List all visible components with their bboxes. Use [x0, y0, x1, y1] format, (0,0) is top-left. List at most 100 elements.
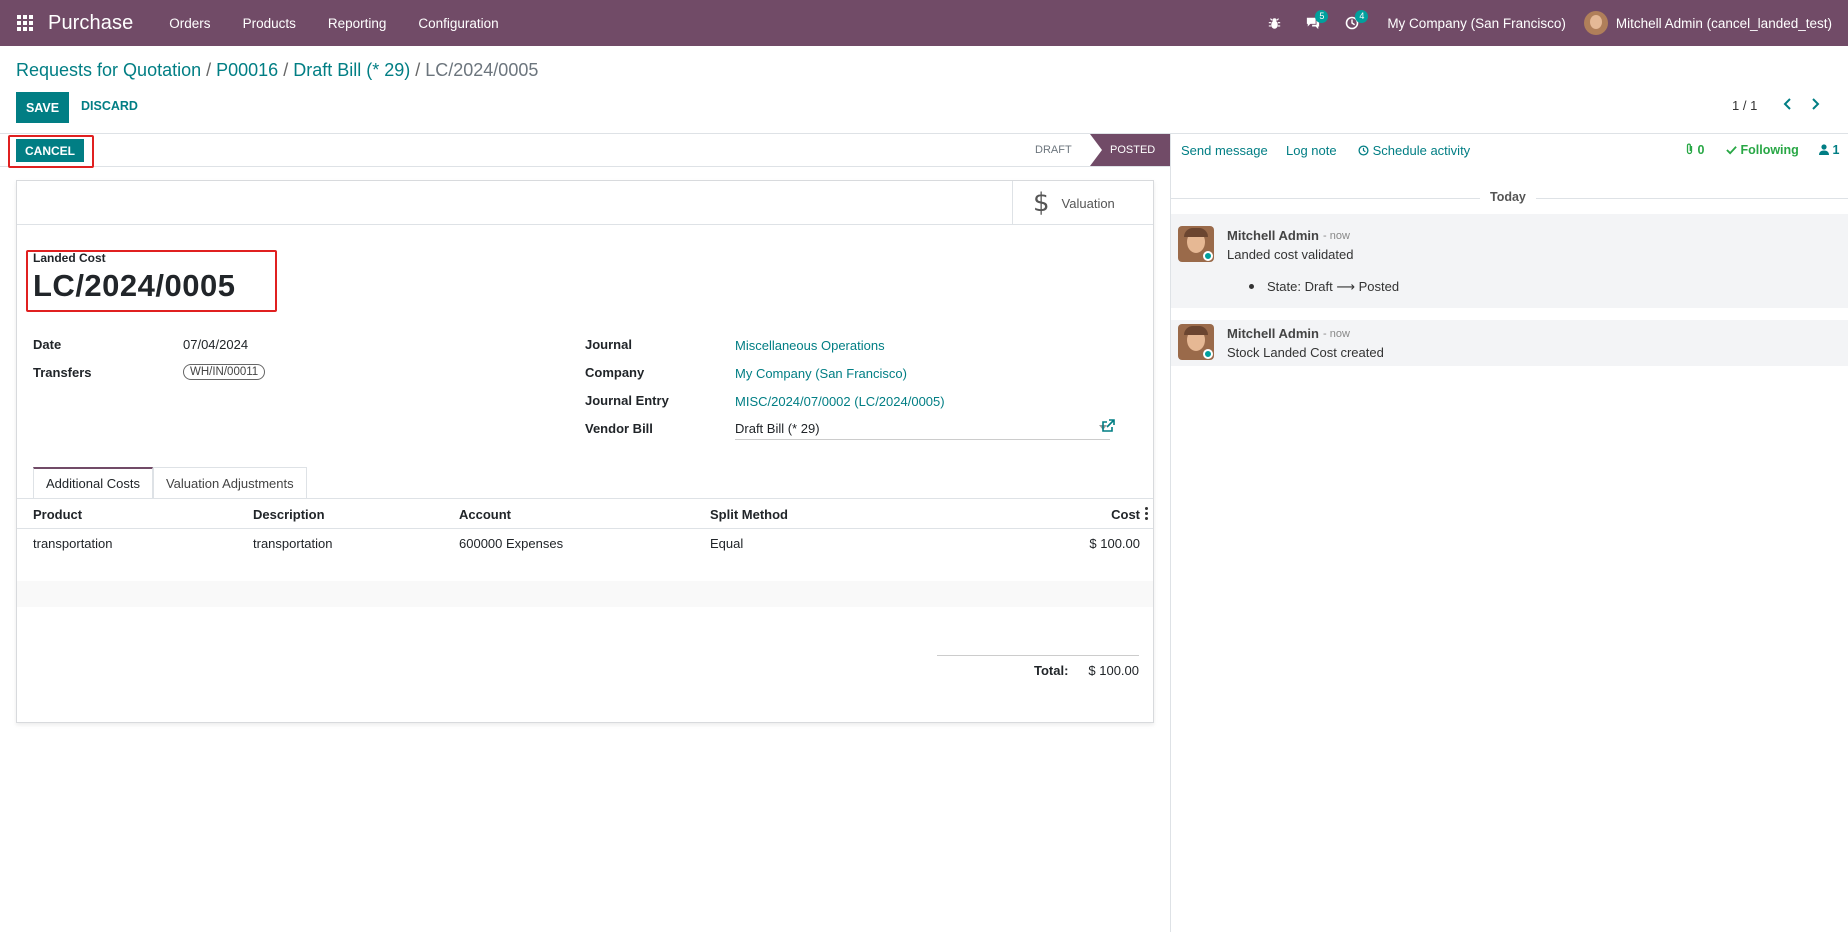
app-name[interactable]: Purchase: [48, 12, 133, 35]
cell-split-method: Equal: [710, 536, 744, 551]
external-link-icon: [1102, 419, 1115, 432]
bullet-icon: [1249, 284, 1254, 289]
bug-icon: [1269, 17, 1281, 29]
journal-entry-link[interactable]: MISC/2024/07/0002 (LC/2024/0005): [735, 394, 945, 409]
tab-valuation-adjustments[interactable]: Valuation Adjustments: [152, 467, 307, 499]
transfer-tag[interactable]: WH/IN/00011: [183, 364, 266, 380]
date-label: Date: [33, 337, 62, 352]
activities-badge: 4: [1355, 10, 1369, 23]
debug-button[interactable]: [1256, 0, 1293, 46]
cancel-highlight-box: [8, 135, 94, 168]
clock-icon: [1358, 145, 1369, 156]
chatter-message[interactable]: Mitchell Admin - now Stock Landed Cost c…: [1171, 320, 1848, 366]
total-label: Total:: [1034, 663, 1069, 678]
title-highlight-box: [26, 250, 277, 312]
breadcrumb-separator: /: [206, 60, 212, 80]
chevron-left-icon: [1783, 98, 1791, 110]
stage-draft[interactable]: DRAFT: [1035, 134, 1072, 166]
schedule-activity-button[interactable]: Schedule activity: [1358, 143, 1470, 158]
message-body: Landed cost validated: [1227, 247, 1354, 262]
vendor-bill-label: Vendor Bill: [585, 421, 653, 436]
breadcrumb-separator: /: [415, 60, 421, 80]
tracking-value: State: Draft ⟶ Posted: [1267, 279, 1400, 294]
save-button[interactable]: SAVE: [16, 92, 69, 123]
external-link-button[interactable]: [1101, 419, 1115, 436]
company-switcher[interactable]: My Company (San Francisco): [1371, 16, 1584, 31]
online-status-icon: [1203, 349, 1213, 359]
col-description[interactable]: Description: [253, 507, 325, 522]
activities-button[interactable]: 4: [1333, 0, 1371, 46]
chatter-message[interactable]: Mitchell Admin - now Landed cost validat…: [1171, 214, 1848, 308]
breadcrumb: Requests for Quotation / P00016/Draft Bill…: [16, 60, 538, 81]
breadcrumb-rfq[interactable]: Requests for Quotation: [16, 60, 201, 80]
table-row[interactable]: transportation transportation 600000 Exp…: [17, 529, 1153, 555]
message-time: - now: [1323, 230, 1350, 242]
table-header: Product Description Account Split Method…: [17, 499, 1153, 529]
check-icon: [1726, 146, 1737, 155]
paperclip-icon: [1686, 143, 1693, 155]
message-author[interactable]: Mitchell Admin: [1227, 228, 1319, 243]
vendor-bill-input[interactable]: Draft Bill (* 29): [735, 419, 1110, 440]
breadcrumb-po[interactable]: P00016: [216, 60, 278, 80]
stage-posted[interactable]: POSTED: [1090, 134, 1170, 166]
messaging-button[interactable]: 5: [1293, 0, 1333, 46]
menu-products[interactable]: Products: [227, 16, 312, 31]
messages-badge: 5: [1315, 10, 1329, 23]
following-button[interactable]: Following: [1726, 143, 1799, 157]
col-account[interactable]: Account: [459, 507, 511, 522]
pager-value[interactable]: 1 / 1: [1732, 98, 1757, 113]
menu-configuration[interactable]: Configuration: [402, 16, 514, 31]
col-split-method[interactable]: Split Method: [710, 507, 788, 522]
discard-button[interactable]: DISCARD: [81, 99, 138, 113]
followers-count: 1: [1832, 143, 1840, 157]
log-note-button[interactable]: Log note: [1286, 143, 1337, 158]
top-navbar: Purchase Orders Products Reporting Confi…: [0, 0, 1848, 46]
notebook-tabs: Additional Costs Valuation Adjustments: [33, 467, 307, 499]
total-value: $ 100.00: [1088, 663, 1139, 678]
tab-additional-costs[interactable]: Additional Costs: [33, 467, 153, 499]
schedule-activity-label: Schedule activity: [1372, 143, 1471, 158]
chatter-topbar: Send message Log note Schedule activity …: [1171, 134, 1848, 167]
vendor-bill-value: Draft Bill (* 29): [735, 421, 820, 436]
col-cost[interactable]: Cost: [1067, 507, 1140, 522]
column-options-icon[interactable]: [1145, 507, 1148, 522]
user-name: Mitchell Admin (cancel_landed_test): [1615, 15, 1832, 31]
col-product[interactable]: Product: [33, 507, 82, 522]
apps-grid-icon[interactable]: [17, 15, 33, 31]
cell-cost: $ 100.00: [1089, 536, 1140, 551]
total-divider: [937, 655, 1139, 656]
pager-next-button[interactable]: [1810, 97, 1820, 116]
form-sheet: $ Valuation Landed Cost LC/2024/0005 Dat…: [16, 180, 1154, 723]
date-value: 07/04/2024: [183, 337, 249, 352]
company-link[interactable]: My Company (San Francisco): [735, 366, 907, 381]
pager-previous-button[interactable]: [1783, 97, 1793, 116]
breadcrumb-bill[interactable]: Draft Bill (* 29): [293, 60, 410, 80]
breadcrumb-current: LC/2024/0005: [425, 60, 539, 80]
company-label: Company: [585, 365, 645, 380]
status-bar: CANCEL DRAFT POSTED: [0, 134, 1170, 168]
followers-button[interactable]: 1: [1819, 143, 1839, 157]
user-icon: [1819, 144, 1829, 155]
journal-link[interactable]: Miscellaneous Operations: [735, 338, 885, 353]
following-label: Following: [1740, 143, 1799, 157]
cell-account: 600000 Expenses: [459, 536, 564, 551]
user-menu[interactable]: Mitchell Admin (cancel_landed_test): [1583, 11, 1848, 35]
empty-row: [17, 555, 1153, 581]
menu-reporting[interactable]: Reporting: [312, 16, 403, 31]
today-label: Today: [1480, 190, 1536, 204]
empty-row: [17, 607, 1153, 633]
menu-orders[interactable]: Orders: [153, 16, 226, 31]
valuation-button[interactable]: $ Valuation: [1012, 181, 1153, 225]
valuation-label: Valuation: [1061, 195, 1115, 211]
costs-table: Product Description Account Split Method…: [17, 499, 1153, 633]
avatar: [1583, 11, 1608, 35]
chevron-right-icon: [1812, 98, 1820, 110]
empty-row: [17, 581, 1153, 607]
cell-product: transportation: [33, 536, 113, 551]
message-author[interactable]: Mitchell Admin: [1227, 326, 1319, 341]
smart-button-box: $ Valuation: [17, 181, 1153, 225]
send-message-button[interactable]: Send message: [1181, 143, 1268, 158]
date-separator: Today: [1171, 190, 1848, 206]
journal-label: Journal: [585, 337, 632, 352]
attachments-button[interactable]: 0: [1685, 143, 1704, 157]
